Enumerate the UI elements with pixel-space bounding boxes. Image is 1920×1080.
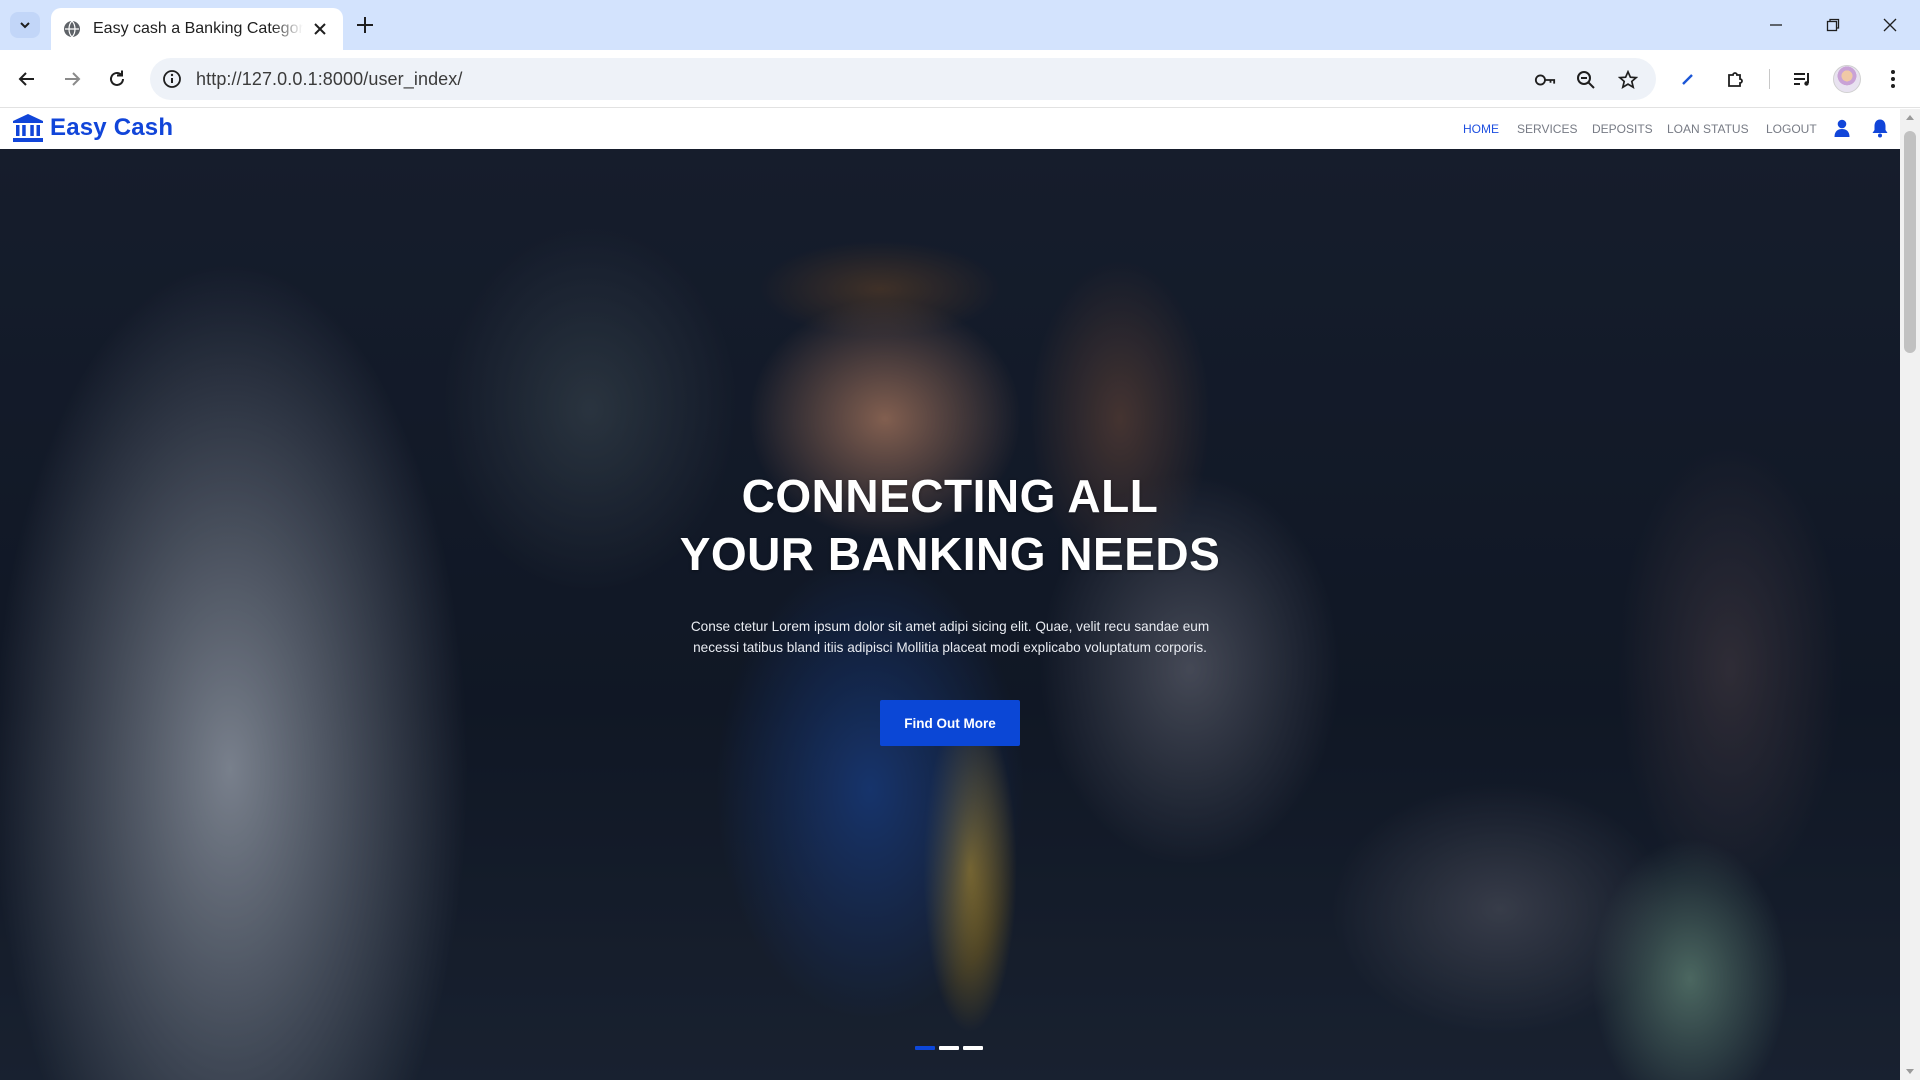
page-scrollbar[interactable] [1900,109,1920,1080]
minimize-icon [1770,24,1782,26]
bank-icon [13,114,43,142]
restore-button[interactable] [1820,12,1846,38]
brand-name: Easy Cash [50,114,174,141]
reload-button[interactable] [103,65,131,93]
hero-carousel: CONNECTING ALL YOUR BANKING NEEDS Conse … [0,149,1900,1080]
info-icon[interactable] [162,69,182,89]
address-bar[interactable]: http://127.0.0.1:8000/user_index/ [150,58,1656,100]
site-navbar: Easy Cash HOME SERVICES DEPOSITS LOAN ST… [0,109,1900,149]
kebab-menu-icon[interactable] [1880,66,1906,92]
chevron-down-icon [20,22,30,29]
extensions-icon[interactable] [1723,66,1749,92]
close-window-icon [1883,18,1897,32]
hero-title: CONNECTING ALL YOUR BANKING NEEDS [450,467,1450,583]
scroll-up-arrow[interactable] [1906,115,1914,120]
scroll-thumb[interactable] [1904,131,1916,353]
browser-toolbar: http://127.0.0.1:8000/user_index/ [0,50,1920,108]
hero-content: CONNECTING ALL YOUR BANKING NEEDS Conse … [0,149,1900,1080]
password-key-icon[interactable] [1534,69,1556,91]
browser-tab[interactable]: Easy cash a Banking Category R [51,8,343,50]
scroll-down-arrow[interactable] [1906,1069,1914,1074]
url-text[interactable]: http://127.0.0.1:8000/user_index/ [196,69,463,90]
minimize-button[interactable] [1763,12,1789,38]
nav-home[interactable]: HOME [1463,122,1499,136]
hero-description-line2: necessi tatibus bland itiis adipisci Mol… [693,640,1207,655]
find-out-more-button[interactable]: Find Out More [880,700,1020,746]
tab-search-button[interactable] [10,12,40,38]
close-icon[interactable] [311,20,329,38]
profile-avatar[interactable] [1833,65,1861,93]
nav-logout[interactable]: LOGOUT [1766,122,1817,136]
nav-services[interactable]: SERVICES [1517,122,1577,136]
arrow-right-icon [65,72,81,86]
back-button[interactable] [13,65,41,93]
media-control-icon[interactable] [1789,66,1815,92]
bookmark-star-icon[interactable] [1617,69,1639,91]
brand-logo-link[interactable]: Easy Cash [12,113,173,143]
globe-icon [64,20,80,38]
reload-icon [110,70,124,86]
nav-loan-status[interactable]: LOAN STATUS [1667,122,1749,136]
hero-title-line2: YOUR BANKING NEEDS [679,528,1221,580]
hero-description-line1: Conse ctetur Lorem ipsum dolor sit amet … [690,619,1210,634]
user-icon[interactable] [1832,118,1852,138]
zoom-icon[interactable] [1575,69,1597,91]
toolbar-divider [1769,69,1770,89]
tab-title: Easy cash a Banking Category R [93,20,303,37]
carousel-indicator-2[interactable] [939,1046,959,1050]
new-tab-icon[interactable] [354,14,376,36]
hero-description: Conse ctetur Lorem ipsum dolor sit amet … [650,616,1250,658]
nav-deposits[interactable]: DEPOSITS [1592,122,1653,136]
carousel-indicator-1[interactable] [915,1046,935,1050]
restore-icon [1826,18,1840,32]
carousel-indicators [915,1046,987,1050]
close-window-button[interactable] [1877,12,1903,38]
carousel-indicator-3[interactable] [963,1046,983,1050]
hero-title-line1: CONNECTING ALL [741,470,1159,522]
arrow-left-icon [18,72,34,86]
forward-button[interactable] [58,65,86,93]
browser-tabstrip: Easy cash a Banking Category R [0,0,1920,50]
pen-extension-icon[interactable] [1675,66,1701,92]
page-viewport: Easy Cash HOME SERVICES DEPOSITS LOAN ST… [0,109,1900,1080]
bell-icon[interactable] [1870,118,1890,138]
